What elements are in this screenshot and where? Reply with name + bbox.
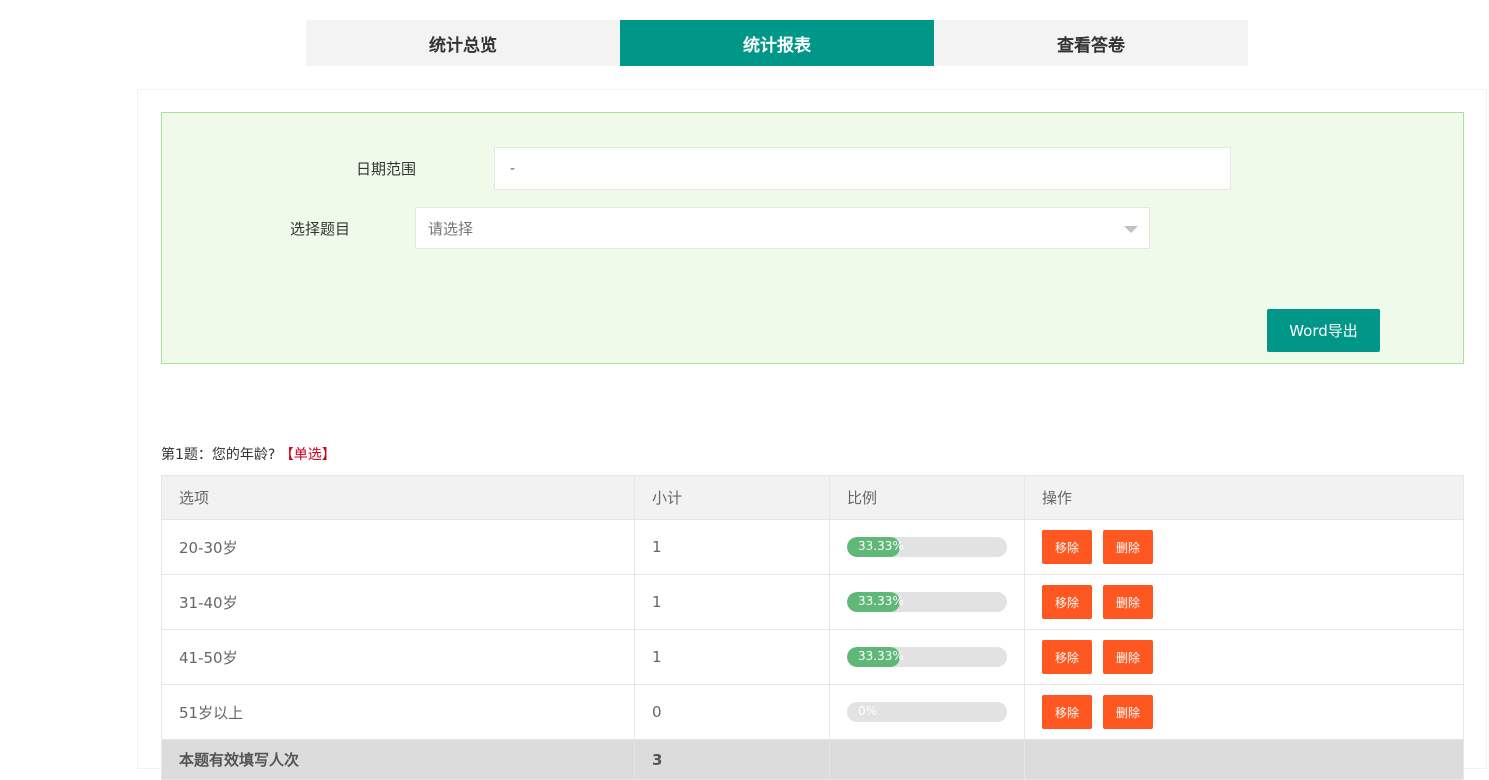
- remove-button[interactable]: 移除: [1042, 695, 1092, 729]
- summary-label: 本题有效填写人次: [161, 739, 635, 780]
- table-row: 20-30岁 1 33.33% 移除 删除: [161, 519, 1464, 575]
- tab-overview[interactable]: 统计总览: [306, 20, 620, 66]
- date-range-input[interactable]: -: [494, 147, 1231, 190]
- summary-empty-cell: [1024, 739, 1464, 780]
- action-cell: 移除 删除: [1024, 684, 1464, 740]
- remove-button[interactable]: 移除: [1042, 585, 1092, 619]
- ratio-cell: 33.33%: [829, 574, 1025, 630]
- date-range-label: 日期范围: [356, 160, 417, 178]
- delete-button[interactable]: 删除: [1103, 640, 1153, 674]
- remove-button[interactable]: 移除: [1042, 530, 1092, 564]
- action-cell: 移除 删除: [1024, 519, 1464, 575]
- tab-view-answers[interactable]: 查看答卷: [934, 20, 1248, 66]
- count-cell: 1: [634, 574, 830, 630]
- progress-bar-label: 33.33%: [858, 649, 904, 663]
- table-header-row: 选项 小计 比例 操作: [161, 475, 1464, 520]
- summary-row: 本题有效填写人次 3: [161, 739, 1464, 780]
- column-header-ratio: 比例: [829, 475, 1025, 520]
- stats-table: 选项 小计 比例 操作 20-30岁 1 33.33% 移除 删除 31-40岁 …: [161, 475, 1464, 780]
- count-cell: 1: [634, 629, 830, 685]
- ratio-cell: 33.33%: [829, 519, 1025, 575]
- count-cell: 0: [634, 684, 830, 740]
- table-row: 41-50岁 1 33.33% 移除 删除: [161, 629, 1464, 685]
- question-type-badge: 【单选】: [279, 447, 336, 463]
- progress-bar-label: 33.33%: [858, 594, 904, 608]
- delete-button[interactable]: 删除: [1103, 695, 1153, 729]
- progress-bar-label: 33.33%: [858, 539, 904, 553]
- question-select-placeholder: 请选择: [428, 219, 474, 238]
- progress-bar: 33.33%: [847, 592, 1007, 612]
- chevron-down-icon: [1124, 226, 1138, 233]
- summary-count: 3: [634, 739, 830, 780]
- question-title: 第1题：您的年龄? 【单选】: [161, 444, 336, 464]
- ratio-cell: 33.33%: [829, 629, 1025, 685]
- tab-report[interactable]: 统计报表: [620, 20, 934, 66]
- progress-bar: 33.33%: [847, 537, 1007, 557]
- word-export-button[interactable]: Word导出: [1267, 309, 1380, 352]
- tab-bar: 统计总览 统计报表 查看答卷: [306, 20, 1248, 66]
- question-select[interactable]: 请选择: [415, 207, 1150, 249]
- option-cell: 20-30岁: [161, 519, 635, 575]
- option-cell: 51岁以上: [161, 684, 635, 740]
- progress-bar-label: 0%: [858, 704, 878, 718]
- option-cell: 41-50岁: [161, 629, 635, 685]
- ratio-cell: 0%: [829, 684, 1025, 740]
- delete-button[interactable]: 删除: [1103, 530, 1153, 564]
- column-header-action: 操作: [1024, 475, 1464, 520]
- progress-bar: 33.33%: [847, 647, 1007, 667]
- action-cell: 移除 删除: [1024, 574, 1464, 630]
- count-cell: 1: [634, 519, 830, 575]
- delete-button[interactable]: 删除: [1103, 585, 1153, 619]
- option-cell: 31-40岁: [161, 574, 635, 630]
- summary-empty-cell: [829, 739, 1025, 780]
- action-cell: 移除 删除: [1024, 629, 1464, 685]
- question-select-label: 选择题目: [290, 220, 351, 238]
- column-header-option: 选项: [161, 475, 635, 520]
- progress-bar: 0%: [847, 702, 1007, 722]
- table-row: 31-40岁 1 33.33% 移除 删除: [161, 574, 1464, 630]
- date-range-value: -: [510, 160, 516, 177]
- remove-button[interactable]: 移除: [1042, 640, 1092, 674]
- question-title-text: 第1题：您的年龄?: [161, 447, 276, 463]
- column-header-count: 小计: [634, 475, 830, 520]
- table-row: 51岁以上 0 0% 移除 删除: [161, 684, 1464, 740]
